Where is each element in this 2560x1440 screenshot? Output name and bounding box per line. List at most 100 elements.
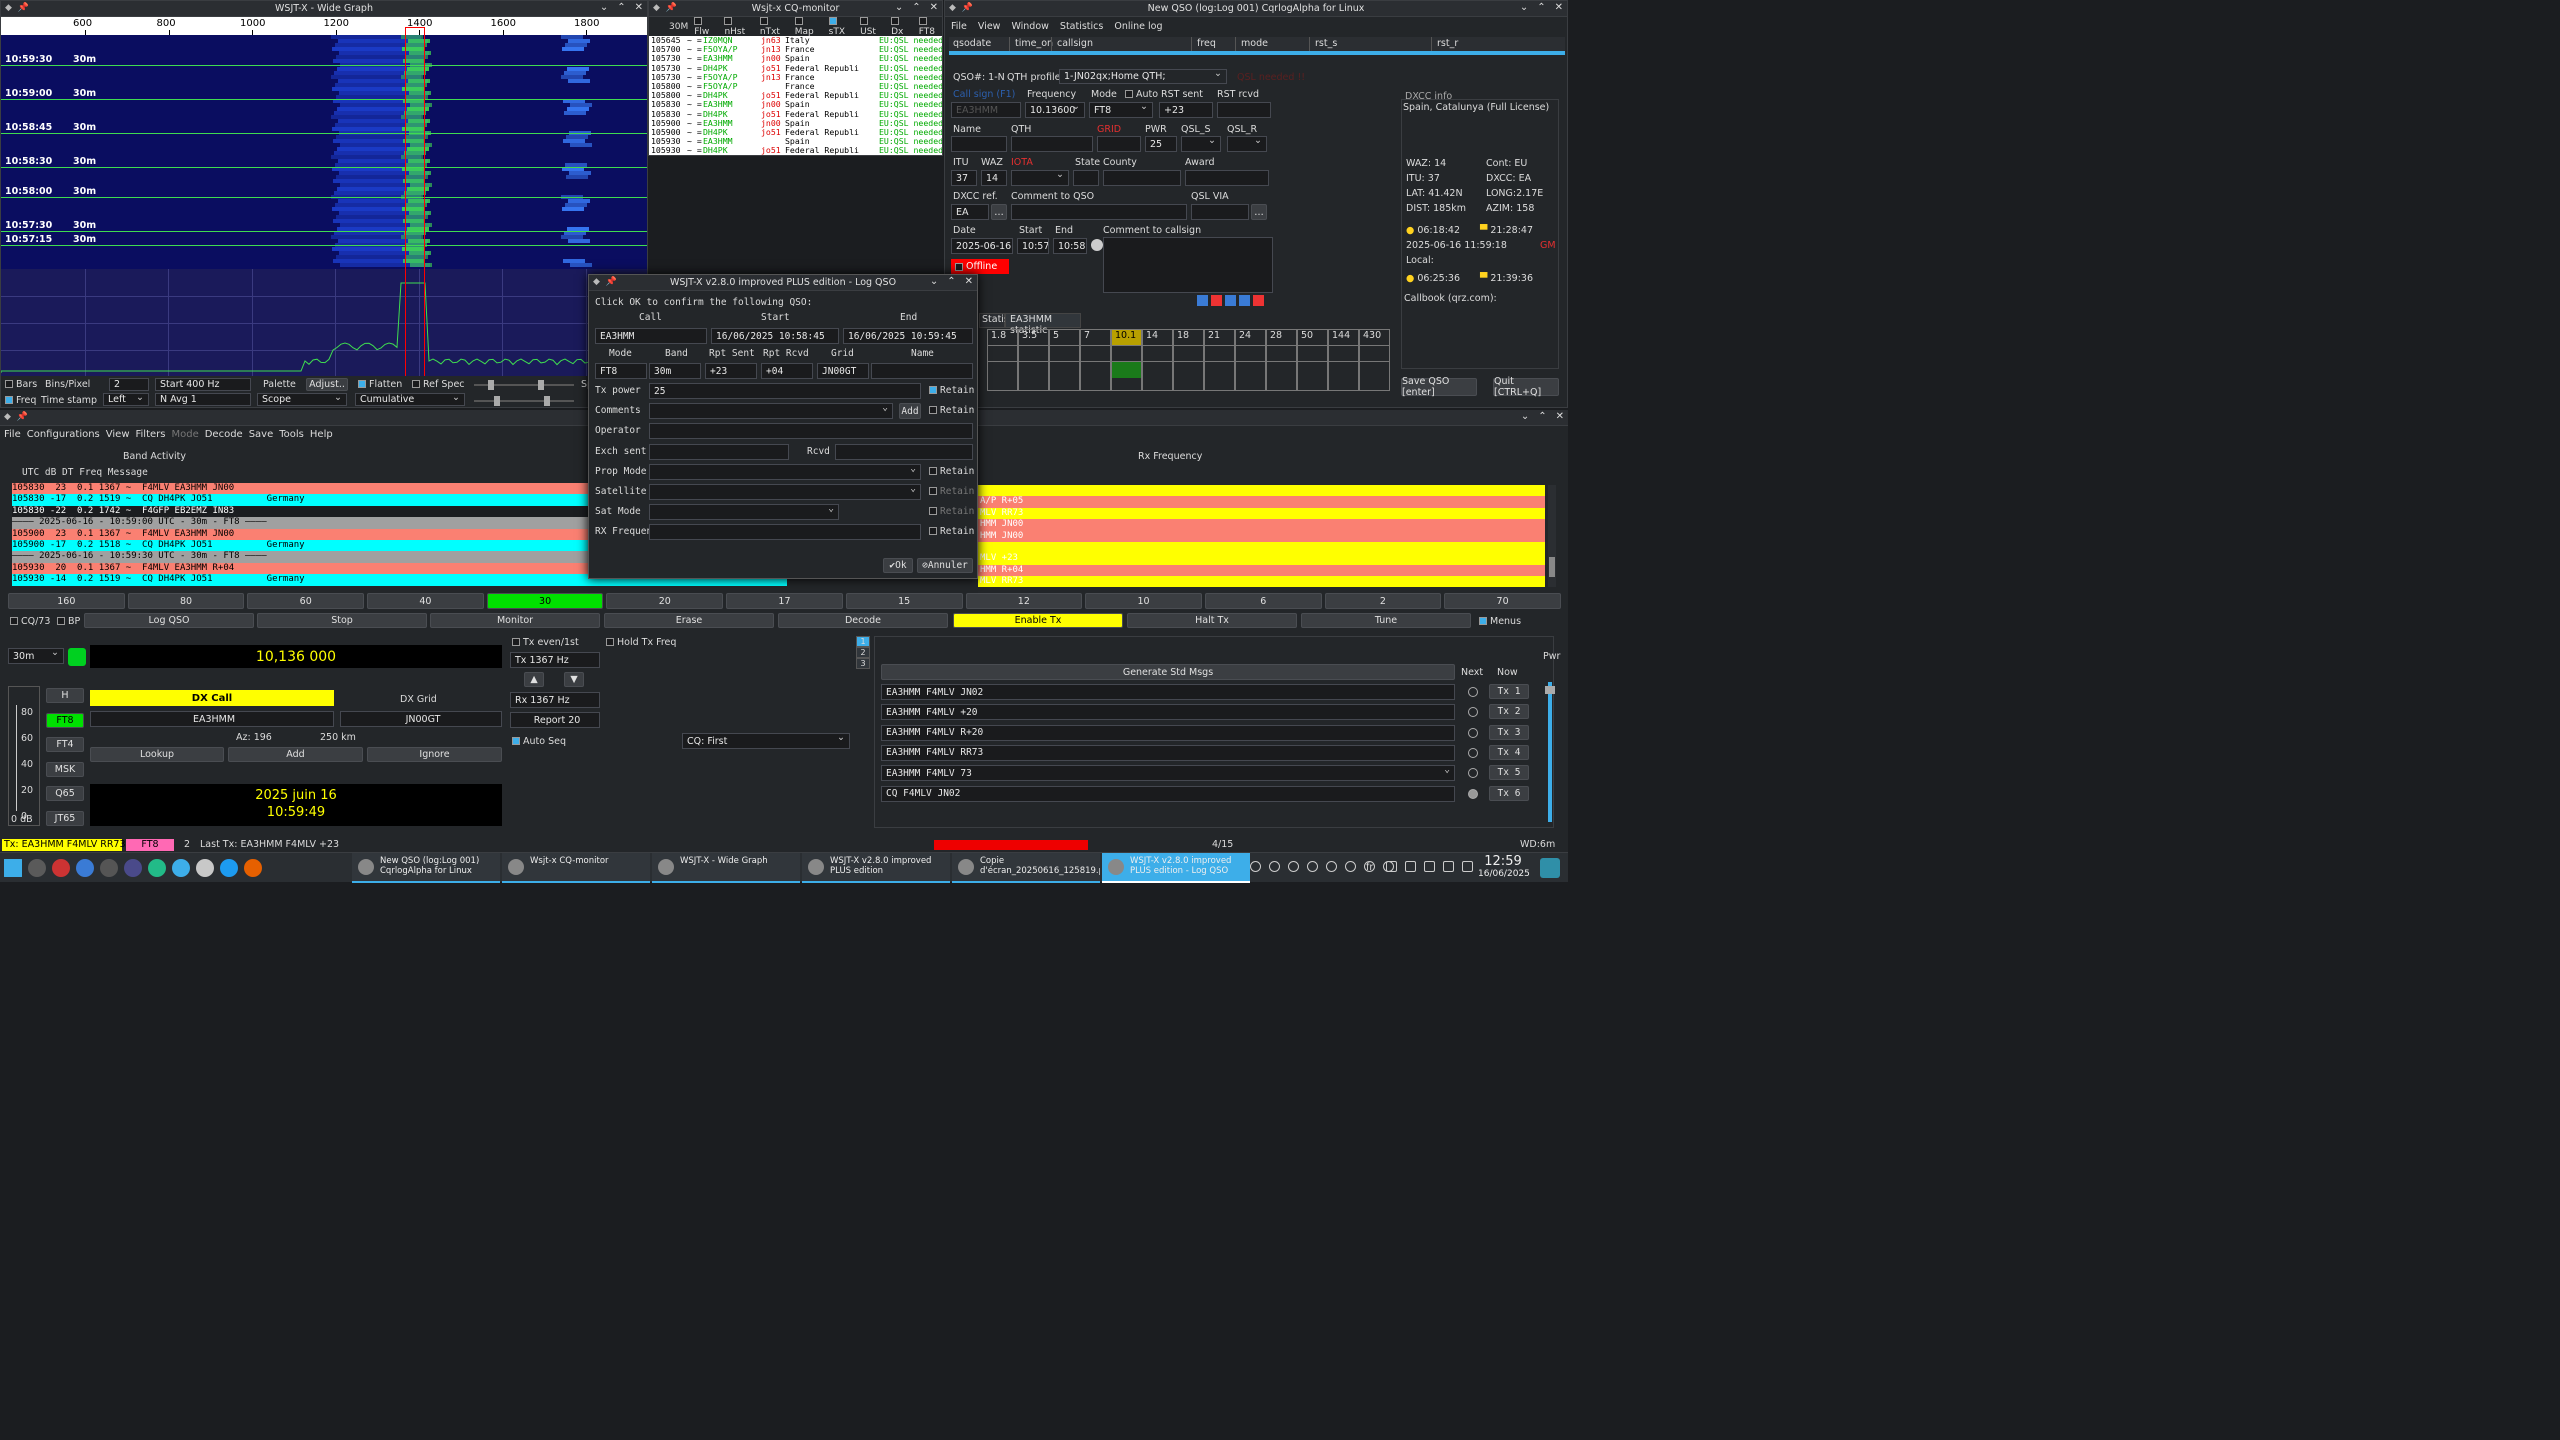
grid-input[interactable] — [1097, 136, 1141, 152]
tx-button-4[interactable]: Tx 4 — [1489, 744, 1529, 760]
rx-frequency-list[interactable]: A/P R+05 MLV RR73 HMM JN00 HMM JN00 MLV +23 H… — [978, 485, 1545, 587]
wide-graph-titlebar[interactable]: ◆ 📌 WSJT-X - Wide Graph ⌄ ⌃ ✕ — [1, 1, 647, 17]
expand-tray-icon[interactable] — [1462, 861, 1473, 872]
mode-button-ft4[interactable]: FT4 — [46, 737, 84, 752]
qsl-icons[interactable] — [1197, 295, 1264, 306]
terminal-icon[interactable] — [52, 859, 70, 877]
band-button-60[interactable]: 60 — [247, 593, 365, 609]
rcvd-input[interactable] — [835, 443, 973, 460]
next-radio-4[interactable] — [1468, 747, 1478, 758]
cqrlog-menu-view[interactable]: View — [978, 21, 1001, 32]
retain-checkbox-4[interactable]: Retain — [929, 466, 974, 477]
desktop-icon[interactable] — [28, 859, 46, 877]
rx-line[interactable]: A/P R+05 — [978, 496, 1545, 508]
minimize-icon[interactable]: ⌄ — [1521, 411, 1529, 422]
main-menu-filters[interactable]: Filters — [136, 429, 166, 440]
mode-button-h[interactable]: H — [46, 688, 84, 703]
volume-icon[interactable] — [1405, 861, 1416, 872]
qth-profile-select[interactable]: 1-JN02qx;Home QTH; — [1059, 69, 1227, 84]
cq-filter-1[interactable]: Flw — [694, 17, 718, 37]
rx-line[interactable]: HMM R+04 — [978, 564, 1545, 577]
band-button-70[interactable]: 70 — [1444, 593, 1561, 609]
retain-checkbox-1[interactable]: Retain — [929, 405, 974, 416]
minimize-icon[interactable]: ⌄ — [600, 2, 608, 13]
decode-button[interactable]: Decode — [778, 613, 948, 628]
main-menu-view[interactable]: View — [106, 429, 130, 440]
cq-monitor-titlebar[interactable]: ◆ 📌 Wsjt-x CQ-monitor ⌄ ⌃ ✕ — [649, 1, 942, 17]
monitor-button[interactable]: Monitor — [430, 613, 600, 628]
close-icon[interactable]: ✕ — [1555, 2, 1563, 13]
menu-icon[interactable] — [4, 859, 22, 877]
cqrlog-menu-window[interactable]: Window — [1011, 21, 1048, 32]
tx-up-button[interactable]: ▲ — [524, 672, 544, 687]
minimize-icon[interactable]: ⌄ — [1520, 2, 1528, 13]
name-input[interactable] — [871, 363, 973, 379]
network-icon[interactable] — [1386, 861, 1397, 872]
tx-even-checkbox[interactable]: Tx even/1st — [512, 637, 579, 648]
lq-input-txpower_lbl[interactable]: 25 — [649, 383, 921, 399]
maximize-icon[interactable]: ⌃ — [1537, 2, 1545, 13]
wsjt-icon[interactable] — [148, 859, 166, 877]
cat-status-indicator[interactable] — [68, 648, 86, 666]
flatten-checkbox[interactable]: Flatten — [358, 379, 402, 390]
band-select[interactable]: 30m — [8, 648, 64, 664]
pwr-slider[interactable] — [1545, 682, 1555, 822]
cqrlog-menu-online-log[interactable]: Online log — [1114, 21, 1162, 32]
save-qso-button[interactable]: Save QSO [enter] — [1401, 376, 1477, 398]
pin-icon[interactable]: 📌 — [18, 3, 29, 13]
cq-filter-6[interactable]: USt — [860, 17, 885, 37]
cq-filter-0[interactable]: 30M — [669, 22, 688, 32]
ok-button[interactable]: ✔ Ok — [883, 558, 913, 573]
main-menu-tools[interactable]: Tools — [279, 429, 304, 440]
rx-line[interactable]: MLV RR73 — [978, 576, 1545, 587]
minimize-icon[interactable]: ⌄ — [930, 276, 938, 287]
erase-button[interactable]: Erase — [604, 613, 774, 628]
iota-select[interactable] — [1011, 170, 1069, 186]
lq-input-satmode_lbl[interactable] — [649, 504, 839, 521]
qso-col-mode[interactable]: mode — [1241, 38, 1268, 49]
show-desktop-icon[interactable] — [1540, 858, 1560, 878]
battery-icon[interactable] — [1424, 861, 1435, 872]
rpt-rcvd-input[interactable]: +04 — [761, 363, 813, 379]
tx-message-6[interactable]: CQ F4MLV JN02 — [881, 785, 1455, 802]
start-input[interactable]: 10:57 — [1017, 238, 1049, 254]
mode-button-jt65[interactable]: JT65 — [46, 810, 84, 826]
band-button-20[interactable]: 20 — [606, 593, 724, 609]
main-menu-help[interactable]: Help — [310, 429, 333, 440]
tx-message-2[interactable]: EA3HMM F4MLV +20 — [881, 704, 1455, 721]
qth-input[interactable] — [1011, 136, 1093, 152]
stop-button[interactable]: Stop — [257, 613, 427, 628]
close-icon[interactable]: ✕ — [635, 2, 643, 13]
rx-line[interactable] — [978, 541, 1545, 554]
clipboard-icon[interactable] — [1326, 861, 1337, 872]
app-icon[interactable] — [1345, 861, 1356, 872]
state-input[interactable] — [1073, 170, 1099, 186]
minimize-icon[interactable]: ⌄ — [895, 2, 903, 13]
cq-filter-7[interactable]: Dx — [891, 17, 913, 37]
tx-tab-1[interactable]: 1 — [856, 636, 870, 647]
rx-frequency-spinbox[interactable]: Rx 1367 Hz — [510, 692, 600, 708]
firefox-icon[interactable] — [244, 859, 262, 877]
next-radio-1[interactable] — [1468, 687, 1478, 697]
comment-callsign-input[interactable] — [1103, 237, 1273, 293]
retain-checkbox-5[interactable]: Retain — [929, 486, 974, 497]
band-button-2[interactable]: 2 — [1324, 593, 1442, 609]
notifications-icon[interactable] — [1443, 861, 1454, 872]
call-sign-label[interactable]: Call sign (F1) — [953, 89, 1015, 100]
refspec-checkbox[interactable]: Ref Spec — [412, 379, 465, 390]
main-menu-save[interactable]: Save — [249, 429, 274, 440]
end-datetime[interactable]: 16/06/2025 10:59:45 — [843, 328, 973, 344]
cq-filter-4[interactable]: Map — [794, 17, 823, 37]
qso-col-rst_r[interactable]: rst_r — [1437, 38, 1458, 49]
quit-button[interactable]: Quit [CTRL+Q] — [1493, 376, 1559, 398]
rx-line[interactable]: HMM JN00 — [978, 519, 1545, 531]
close-icon[interactable]: ✕ — [965, 276, 973, 287]
gain-slider[interactable] — [474, 380, 574, 390]
waterfall-display[interactable]: 10:59:30 30m 10:59:00 30m 10:58:45 30m 10:58:3… — [1, 35, 647, 269]
start-spinbox[interactable]: Start 400 Hz — [155, 378, 251, 391]
enable-tx-button[interactable]: Enable Tx — [953, 613, 1123, 628]
main-menu-configurations[interactable]: Configurations — [27, 429, 100, 440]
app-icon[interactable] — [1269, 861, 1280, 872]
retain-checkbox-0[interactable]: Retain — [929, 385, 974, 396]
maximize-icon[interactable]: ⌃ — [617, 2, 625, 13]
